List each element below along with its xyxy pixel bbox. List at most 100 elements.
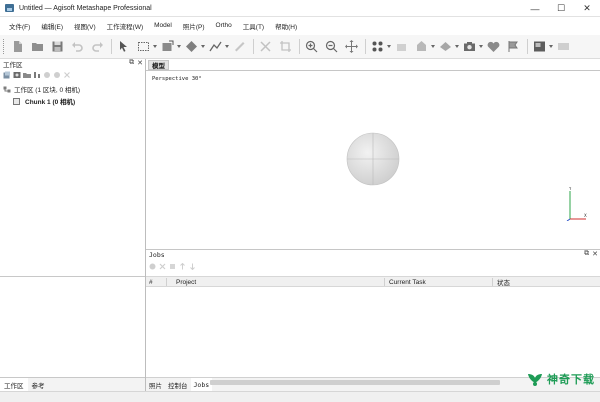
- menu-edit[interactable]: 编辑(E): [41, 21, 63, 31]
- new-icon[interactable]: [10, 39, 25, 54]
- shaded-icon[interactable]: [414, 39, 429, 54]
- tab-workspace[interactable]: 工作区: [0, 378, 28, 391]
- left-panel-divider[interactable]: [0, 276, 145, 277]
- tree-chunk-row[interactable]: Chunk 1 (0 相机): [0, 95, 145, 107]
- remove-item-icon[interactable]: [43, 71, 51, 79]
- open-icon[interactable]: [30, 39, 45, 54]
- move-up-icon[interactable]: [178, 262, 186, 270]
- markers-icon[interactable]: [506, 39, 521, 54]
- shaded-dropdown-icon[interactable]: [430, 39, 435, 54]
- tab-photos[interactable]: 照片: [146, 378, 165, 391]
- tree-root-row[interactable]: 工作区 (1 区块, 0 相机): [0, 83, 145, 95]
- redo-icon[interactable]: [90, 39, 105, 54]
- tab-console[interactable]: 控制台: [165, 378, 191, 391]
- column-status[interactable]: 状态: [497, 277, 510, 287]
- add-photos-icon[interactable]: [13, 71, 21, 79]
- menu-view[interactable]: 视图(V): [74, 21, 96, 31]
- delete-icon[interactable]: [258, 39, 273, 54]
- start-job-icon[interactable]: [148, 262, 156, 270]
- minimize-button[interactable]: —: [522, 0, 548, 17]
- selection-dropdown-icon[interactable]: [152, 39, 157, 54]
- axis-gizmo: Y X: [566, 187, 587, 221]
- horizontal-scrollbar[interactable]: [210, 380, 500, 385]
- add-chunk-icon[interactable]: [3, 71, 11, 79]
- workspace-panel-title: 工作区: [3, 62, 23, 69]
- window-title: Untitled — Agisoft Metashape Professiona…: [19, 4, 152, 12]
- draw-polyline-icon[interactable]: [208, 39, 223, 54]
- zoom-out-icon[interactable]: [324, 39, 339, 54]
- tab-jobs[interactable]: Jobs: [190, 378, 213, 391]
- column-separator: [492, 278, 493, 286]
- draw-dropdown-icon[interactable]: [224, 39, 229, 54]
- move-down-icon[interactable]: [188, 262, 196, 270]
- region-dropdown-icon[interactable]: [176, 39, 181, 54]
- camera-icon[interactable]: [462, 39, 477, 54]
- camera-dropdown-icon[interactable]: [478, 39, 483, 54]
- crop-icon[interactable]: [278, 39, 293, 54]
- save-icon[interactable]: [50, 39, 65, 54]
- point-cloud-dropdown-icon[interactable]: [386, 39, 391, 54]
- sort-icon[interactable]: [33, 71, 41, 79]
- ortho-icon[interactable]: [532, 39, 547, 54]
- trackball-sphere[interactable]: [346, 132, 400, 186]
- cancel-job-icon[interactable]: [158, 262, 166, 270]
- workspace-panel-header: 工作区 ⧉ ✕: [0, 59, 145, 69]
- zoom-in-icon[interactable]: [304, 39, 319, 54]
- menu-help[interactable]: 帮助(H): [275, 21, 297, 31]
- pause-job-icon[interactable]: [168, 262, 176, 270]
- app-icon: [5, 4, 14, 12]
- menu-file[interactable]: 文件(F): [9, 21, 30, 31]
- workspace-panel: 工作区 ⧉ ✕ 工作区 (1 区块, 0 相机) Chunk 1 (0 相机) …: [0, 59, 146, 391]
- column-project[interactable]: Project: [176, 277, 196, 287]
- tree-chunk-label: Chunk 1 (0 相机): [25, 99, 76, 106]
- toolbar-separator: [111, 39, 112, 54]
- menu-bar: 文件(F) 编辑(E) 视图(V) 工作流程(W) Model 照片(P) Or…: [0, 17, 600, 34]
- workspace-toolbar: [0, 69, 145, 81]
- model-icon[interactable]: [438, 39, 453, 54]
- status-bar: [0, 391, 600, 402]
- menu-workflow[interactable]: 工作流程(W): [107, 21, 143, 31]
- ruler-icon[interactable]: [232, 39, 247, 54]
- column-separator: [384, 278, 385, 286]
- float-panel-icon[interactable]: ⧉: [129, 59, 134, 67]
- menu-tools[interactable]: 工具(T): [243, 21, 264, 31]
- maximize-button[interactable]: ☐: [548, 0, 574, 17]
- toolbar-separator: [365, 39, 366, 54]
- point-cloud-icon[interactable]: [370, 39, 385, 54]
- workspace-tabs: 工作区 参考: [0, 377, 145, 391]
- tab-model[interactable]: 模型: [148, 60, 169, 70]
- close-button[interactable]: ✕: [574, 0, 600, 17]
- float-panel-icon[interactable]: ⧉: [584, 250, 589, 258]
- menu-ortho[interactable]: Ortho: [216, 22, 232, 29]
- tab-reference[interactable]: 参考: [28, 378, 49, 391]
- model-view-panel[interactable]: 模型 Perspective 30° Y X: [146, 59, 600, 248]
- dem-icon[interactable]: [556, 39, 571, 54]
- rotate-dropdown-icon[interactable]: [200, 39, 205, 54]
- dense-cloud-icon[interactable]: [394, 39, 409, 54]
- move-icon[interactable]: [344, 39, 359, 54]
- axis-x-label: X: [584, 213, 587, 218]
- tree-root-label: 工作区 (1 区块, 0 相机): [14, 87, 81, 94]
- rotate-region-icon[interactable]: [184, 39, 199, 54]
- toolbar-separator: [253, 39, 254, 54]
- column-current-task[interactable]: Current Task: [389, 277, 426, 287]
- enable-item-icon[interactable]: [53, 71, 61, 79]
- navigation-icon[interactable]: [116, 39, 131, 54]
- close-panel-icon[interactable]: ✕: [137, 59, 143, 67]
- toolbar-grip[interactable]: [3, 39, 6, 54]
- perspective-label: Perspective 30°: [152, 76, 202, 82]
- disable-item-icon[interactable]: [63, 71, 71, 79]
- column-number[interactable]: #: [149, 277, 153, 287]
- add-folder-icon[interactable]: [23, 71, 31, 79]
- menu-model[interactable]: Model: [154, 22, 172, 29]
- model-dropdown-icon[interactable]: [454, 39, 459, 54]
- rectangle-selection-icon[interactable]: [136, 39, 151, 54]
- resize-region-icon[interactable]: [160, 39, 175, 54]
- close-panel-icon[interactable]: ✕: [592, 250, 598, 258]
- watermark-text: 神奇下载: [547, 373, 595, 386]
- tiled-icon[interactable]: [486, 39, 501, 54]
- ortho-dropdown-icon[interactable]: [548, 39, 553, 54]
- menu-photos[interactable]: 照片(P): [183, 21, 205, 31]
- undo-icon[interactable]: [70, 39, 85, 54]
- title-bar: Untitled — Agisoft Metashape Professiona…: [0, 0, 600, 17]
